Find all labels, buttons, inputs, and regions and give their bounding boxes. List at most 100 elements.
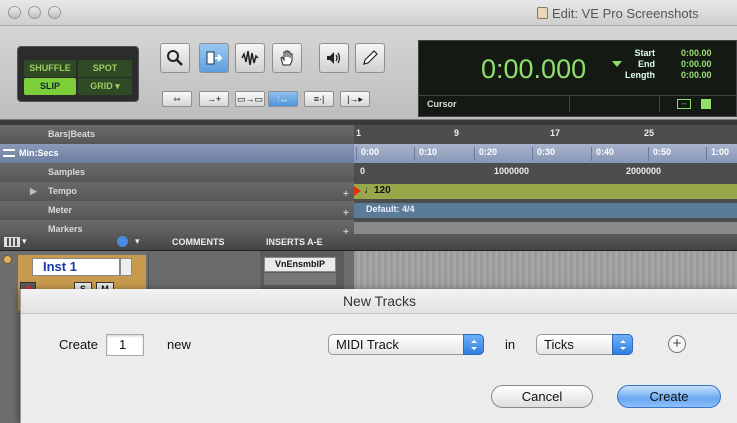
zoom-tool-button[interactable] (160, 43, 190, 73)
hand-icon (280, 50, 293, 66)
ruler-samples: Samples 0 1000000 2000000 (0, 163, 737, 182)
timebase-select[interactable]: Ticks (536, 334, 633, 355)
track-color-icon[interactable] (3, 255, 12, 264)
expand-triangle-icon[interactable]: ▶ (30, 182, 37, 201)
link-timeline-button[interactable]: ▭→▭ (235, 91, 265, 107)
scrubber-tool-button[interactable] (319, 43, 349, 73)
waveform-icon (241, 50, 259, 66)
insert-slot-a[interactable]: VnEnsmblP (264, 257, 336, 272)
markers-label: Markers (48, 224, 83, 234)
edit-mode-panel: SHUFFLE SPOT SLIP GRID ▾ (17, 46, 139, 102)
create-label: Create (59, 337, 99, 352)
counter-divider (659, 96, 660, 112)
ruler-menu-icon[interactable] (3, 149, 15, 157)
counter-divider (419, 95, 737, 96)
counter-divider (569, 96, 570, 112)
ruler-track[interactable]: 1 9 17 25 (354, 125, 737, 144)
ruler-tick: 1000000 (494, 166, 530, 176)
shuffle-mode-button[interactable]: SHUFFLE (24, 60, 76, 77)
pencil-icon (363, 50, 378, 65)
edit-toolbar: SHUFFLE SPOT SLIP GRID ▾ ⇿ →+ ▭→▭ ⫶↔ ≡·|… (0, 26, 737, 120)
magnifier-icon (167, 50, 183, 66)
grid-mode-button[interactable]: GRID ▾ (78, 78, 132, 95)
start-value[interactable]: 0:00.00 (681, 48, 712, 59)
main-counter-time[interactable]: 0:00.000 (481, 54, 586, 85)
tempo-number: 120 (374, 185, 391, 196)
ruler-bars-beats: Bars|Beats 1 9 17 25 (0, 125, 737, 144)
tab-to-transient-button[interactable]: →+ (199, 91, 229, 107)
ruler-tempo: ▶ Tempo + ♩120 (0, 182, 737, 201)
cancel-button[interactable]: Cancel (491, 385, 593, 408)
create-button[interactable]: Create (617, 385, 721, 408)
ruler-tick: 2000000 (626, 166, 662, 176)
track-count-input[interactable]: 1 (106, 334, 144, 356)
pencil-tool-button[interactable] (355, 43, 385, 73)
grabber-tool-button[interactable] (272, 43, 302, 73)
length-value[interactable]: 0:00.00 (681, 70, 712, 81)
track-type-select[interactable]: MIDI Track (328, 334, 484, 355)
track-name-field[interactable]: Inst 1 (32, 258, 120, 276)
nudge-icon[interactable]: ↔ (677, 99, 691, 109)
selector-tool-button[interactable] (235, 43, 265, 73)
add-row-plus-icon[interactable]: + (668, 335, 686, 353)
trim-icon (206, 51, 223, 65)
track-list-dropdown-icon[interactable]: ▾ (22, 236, 27, 247)
spot-mode-button[interactable]: SPOT (78, 60, 132, 77)
grid-value-icon[interactable] (701, 99, 711, 109)
cursor-label: Cursor (427, 99, 457, 109)
trim-tool-button[interactable] (199, 43, 229, 73)
new-label: new (167, 337, 191, 352)
dialog-title: New Tracks (21, 289, 737, 314)
ruler-label[interactable]: Bars|Beats (0, 125, 354, 144)
close-window-button[interactable] (8, 6, 21, 19)
track-options-dropdown-icon[interactable]: ▾ (135, 236, 140, 247)
ruler-tick: 0:20 (474, 147, 497, 161)
select-arrows-icon (463, 334, 484, 355)
insert-slot-b[interactable] (264, 273, 336, 285)
track-name-dropdown[interactable] (120, 258, 132, 276)
tempo-marker-icon[interactable] (354, 186, 361, 196)
document-icon (537, 7, 548, 19)
tempo-bar: ♩120 (354, 184, 737, 199)
ruler-track[interactable]: Default: 4/4 (354, 201, 737, 220)
ruler-label[interactable]: Meter + (0, 201, 354, 220)
ruler-label[interactable]: Samples (0, 163, 354, 182)
track-column-header: ▾ ▾ COMMENTS INSERTS A-E (0, 234, 737, 251)
ruler-track[interactable]: 0:00 0:10 0:20 0:30 0:40 0:50 1:00 (354, 144, 737, 163)
tempo-label: Tempo (48, 186, 77, 196)
ruler-tick: 0 (360, 166, 366, 176)
end-label: End (638, 59, 655, 69)
select-arrows-icon (612, 334, 633, 355)
ruler-tick: 0:00 (356, 147, 379, 161)
ruler-track[interactable]: ♩120 (354, 182, 737, 201)
ruler-track[interactable]: 0 1000000 2000000 (354, 163, 737, 182)
meter-label: Meter (48, 205, 73, 215)
selection-labels: Start End Length (615, 48, 655, 81)
ruler-min-secs: Min:Secs 0:00 0:10 0:20 0:30 0:40 0:50 1… (0, 144, 737, 163)
zoom-window-button[interactable] (48, 6, 61, 19)
link-track-edit-button[interactable]: ⫶↔ (268, 91, 298, 107)
insertion-follows-playback-button[interactable]: ≡·| (304, 91, 334, 107)
meter-bar: Default: 4/4 (354, 203, 737, 218)
minimize-window-button[interactable] (28, 6, 41, 19)
ruler-label[interactable]: ▶ Tempo + (0, 182, 354, 201)
ruler-tick: 9 (454, 128, 460, 138)
ruler-tick: 0:40 (591, 147, 614, 161)
end-value[interactable]: 0:00.00 (681, 59, 712, 70)
ruler-tick: 1 (356, 128, 362, 138)
ruler-tick: 0:30 (532, 147, 555, 161)
main-counter: 0:00.000 Start End Length 0:00.00 0:00.0… (418, 40, 737, 117)
new-tracks-dialog: New Tracks Create 1 new MIDI Track in Ti… (20, 289, 737, 423)
min-secs-label: Min:Secs (19, 148, 59, 158)
speaker-icon (327, 52, 341, 64)
track-list-icon[interactable] (4, 237, 20, 247)
window-title: Edit: VE Pro Screenshots (552, 6, 699, 21)
zoom-toggle-button[interactable]: ⇿ (162, 91, 192, 107)
slip-mode-button[interactable]: SLIP (24, 78, 76, 95)
ruler-tick: 25 (644, 128, 655, 138)
track-options-icon[interactable] (117, 236, 128, 247)
ruler-label[interactable]: Min:Secs (0, 144, 354, 163)
comments-column-header: COMMENTS (172, 237, 225, 247)
ruler-meter: Meter + Default: 4/4 (0, 201, 737, 220)
keyboard-focus-button[interactable]: |→▸ (340, 91, 370, 107)
